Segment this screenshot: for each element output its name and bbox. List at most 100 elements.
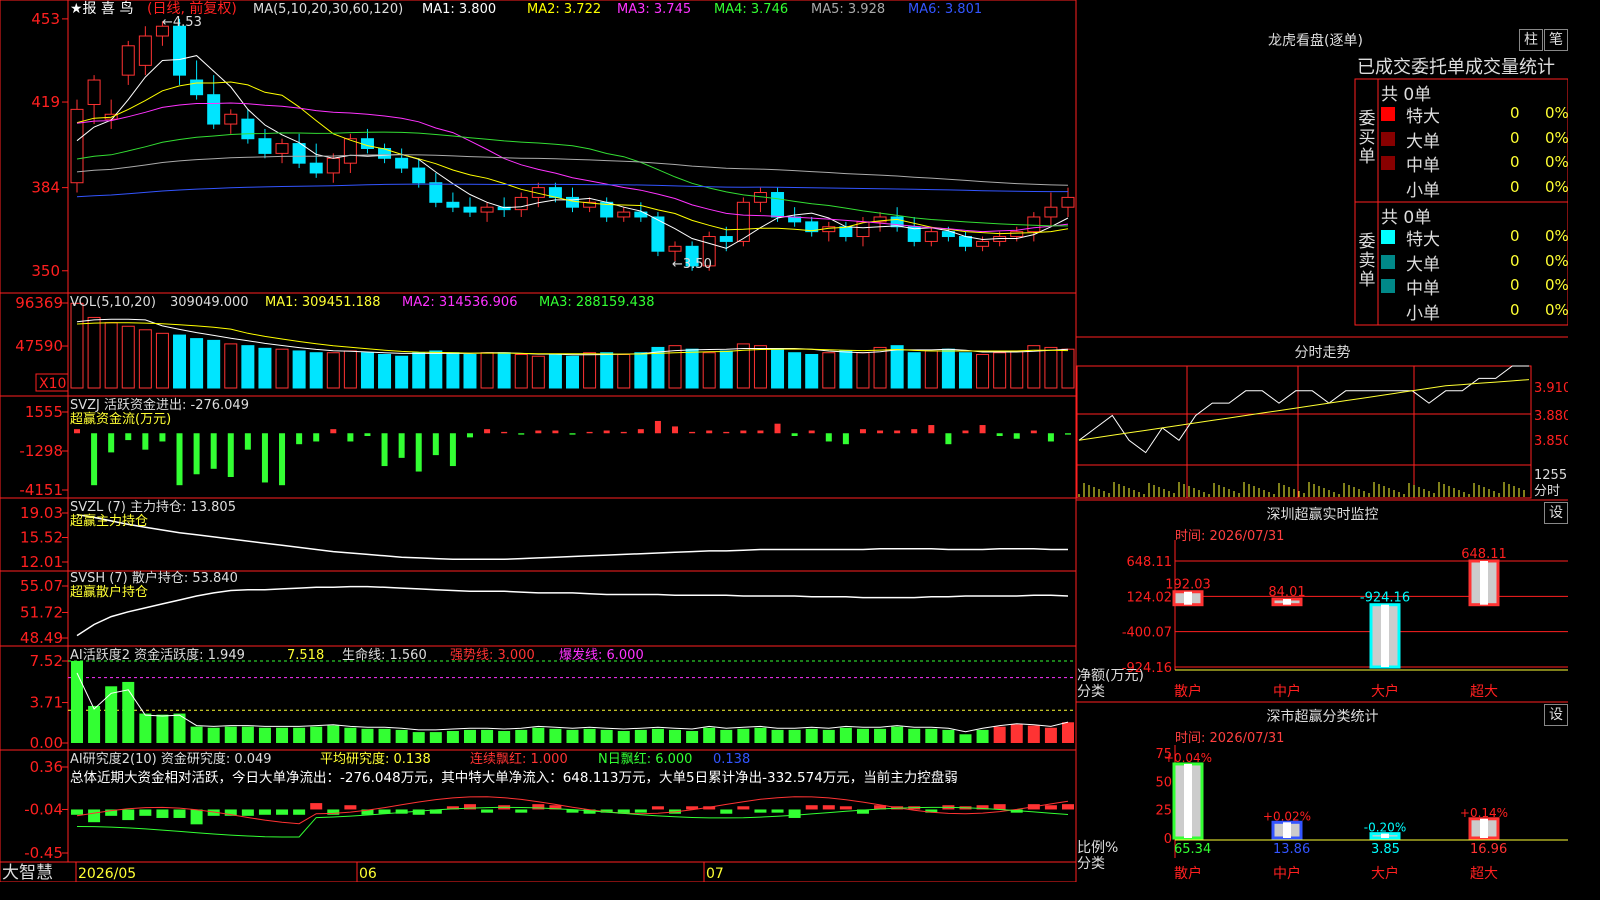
- flow-bar: [1030, 430, 1037, 434]
- monitor-bar-value: 84.01: [1268, 585, 1305, 600]
- research-axis-label: -0.04: [24, 800, 63, 818]
- activity-bar: [1027, 725, 1040, 743]
- tick-mode-button[interactable]: 笔: [1544, 29, 1568, 51]
- sell-percent: 0%: [1545, 227, 1569, 245]
- volume-bar: [548, 353, 562, 389]
- holding-axis-label: 19.03: [20, 504, 63, 522]
- volume-bar: [395, 355, 409, 389]
- flow-bar: [313, 433, 320, 442]
- intraday-price-label: 3.880: [1534, 409, 1568, 424]
- candle: [309, 162, 323, 174]
- flow-bar: [791, 433, 798, 436]
- activity-bar: [651, 728, 664, 743]
- research-bar: [190, 809, 203, 825]
- flow-label: SVZJ 活跃资金进出: -276.049: [70, 397, 249, 413]
- ma-value: MA6: 3.801: [908, 2, 982, 17]
- class-category-name: 分类: [1077, 856, 1105, 872]
- class-category-label: 超大: [1470, 866, 1498, 882]
- flow-bar: [1065, 433, 1071, 435]
- intraday-title: 分时走势: [1294, 345, 1351, 361]
- candle: [958, 236, 972, 247]
- research-bar: [139, 809, 152, 816]
- flow-bar: [859, 429, 866, 434]
- monitor-axis-name: 净额(万元): [1077, 668, 1144, 684]
- buy-percent: 0%: [1545, 104, 1569, 122]
- volume-bar: [275, 348, 289, 389]
- volume-bar: [429, 350, 443, 389]
- candle: [360, 138, 374, 150]
- flow-bar: [432, 433, 439, 456]
- flow-bar: [757, 430, 764, 434]
- retail-holding-line: [76, 585, 1069, 637]
- research-nday: N日飘红: 6.000: [598, 751, 692, 767]
- volume-bar: [412, 352, 426, 389]
- activity-bar: [891, 726, 904, 743]
- activity-bar: [1044, 727, 1057, 743]
- price-axis-label: 453: [31, 10, 60, 28]
- flow-bar: [364, 433, 371, 436]
- activity-bar: [669, 729, 682, 743]
- burst-line-label: 爆发线: 6.000: [559, 647, 644, 663]
- buy-count: 0: [1510, 177, 1520, 196]
- ma-value: MA5: 3.928: [811, 2, 885, 17]
- vol-value: 309049.000: [170, 295, 249, 310]
- class-change-label: +0.02%: [1263, 809, 1311, 823]
- class-value-label: 16.96: [1470, 842, 1507, 857]
- monitor-bar-highlight: [1184, 591, 1192, 605]
- flow-bar: [962, 430, 969, 434]
- order-size-label: 大单: [1406, 131, 1440, 152]
- strong-line-label: 强势线: 3.000: [450, 647, 535, 663]
- activity-bar: [139, 713, 152, 743]
- activity-bar: [327, 725, 340, 743]
- sell-count: 0: [1510, 227, 1520, 245]
- class-settings-button[interactable]: 设: [1544, 704, 1568, 726]
- candle: [463, 206, 477, 213]
- research-bar: [88, 809, 101, 823]
- flow-bar: [193, 433, 200, 475]
- monitor-bar-highlight: [1480, 561, 1488, 605]
- volume-bar: [121, 325, 135, 389]
- activity-bar: [429, 732, 442, 743]
- volume-bar: [771, 348, 785, 389]
- monitor-settings-button[interactable]: 设: [1544, 502, 1568, 524]
- volume-bar: [309, 352, 323, 389]
- ma-line: [76, 154, 1069, 186]
- candle: [258, 138, 272, 154]
- volume-bar: [1044, 346, 1058, 389]
- class-category-label: 大户: [1371, 865, 1399, 882]
- volume-bar: [753, 345, 767, 389]
- volume-bar: [173, 334, 187, 389]
- activity-bar: [993, 726, 1006, 743]
- candle: [412, 167, 426, 184]
- volume-bar: [941, 348, 955, 389]
- flow-bar: [603, 430, 610, 434]
- legend-swatch: [1381, 254, 1395, 269]
- research-axis-label: -0.45: [24, 844, 63, 862]
- research-bar: [771, 809, 784, 813]
- bar-mode-button[interactable]: 柱: [1519, 29, 1543, 51]
- volume-bar: [976, 353, 990, 389]
- stock-name: ★报 喜 鸟: [70, 1, 133, 17]
- class-value-label: 13.86: [1273, 842, 1310, 857]
- class-axis-label: 25: [1155, 804, 1172, 819]
- order-size-label: 小单: [1406, 180, 1440, 201]
- buy-count: 0: [1510, 104, 1520, 122]
- volume-bar: [668, 345, 682, 389]
- candle: [190, 79, 204, 96]
- activity-bar: [412, 732, 425, 743]
- class-bar-highlight: [1184, 763, 1192, 838]
- sell-side-label: 委卖单: [1358, 232, 1376, 290]
- activity-bar: [88, 705, 101, 743]
- research-avg: 平均研究度: 0.138: [320, 751, 431, 767]
- flow-bar: [774, 423, 781, 434]
- volume-bar: [958, 352, 972, 389]
- class-time: 时间: 2026/07/31: [1175, 731, 1285, 746]
- vol-ma2: MA2: 314536.906: [402, 295, 517, 310]
- volume-bar: [822, 352, 836, 389]
- volume-bar: [104, 322, 118, 389]
- volume-axis-label: 96369: [15, 294, 63, 312]
- volume-bar: [378, 353, 392, 389]
- candle: [480, 206, 494, 213]
- activity-bar: [686, 731, 699, 743]
- activity-bar: [498, 731, 511, 743]
